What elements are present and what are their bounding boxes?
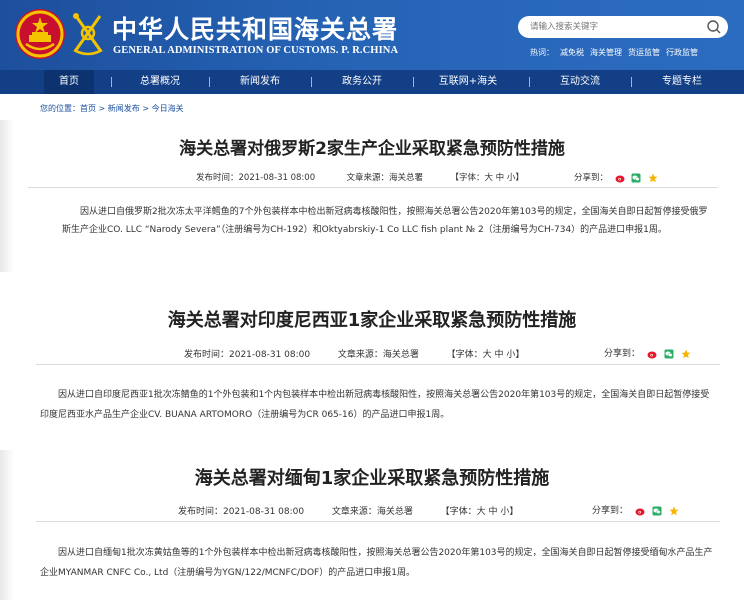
hot-word-link[interactable]: 海关管理 [590,48,622,57]
nav-item-gov-affairs[interactable]: 政务公开 [330,70,394,94]
weibo-icon[interactable] [635,506,645,516]
screenshot-gap [0,272,744,292]
wechat-icon[interactable] [664,349,674,359]
hot-word-link[interactable]: 行政监管 [666,48,698,57]
nav-item-internet-customs[interactable]: 互联网+海关 [426,70,510,94]
font-size-switcher[interactable]: 【字体：大 中 小】 [441,507,519,517]
nav-item-special-topics[interactable]: 专题专栏 [650,70,714,94]
article-meta: 发布时间：2021-08-31 08:00 文章来源：海关总署 【字体：大 中 … [196,171,524,183]
site-header: 中华人民共和国海关总署 GENERAL ADMINISTRATION OF CU… [0,0,744,70]
font-size-switcher[interactable]: 【字体：大 中 小】 [447,350,525,360]
wechat-icon[interactable] [652,506,662,516]
article-body: 因从进口自缅甸1批次冻黄姑鱼等的1个外包装样本中检出新冠病毒核酸阳性，按照海关总… [40,543,716,583]
article-body: 因从进口自印度尼西亚1批次冻鲭鱼的1个外包装和1个内包装样本中检出新冠病毒核酸阳… [40,385,716,425]
font-size-switcher[interactable]: 【字体：大 中 小】 [450,173,523,183]
weibo-icon[interactable] [615,173,625,183]
favorite-star-icon[interactable] [681,349,691,359]
search-input[interactable] [530,20,700,34]
nav-divider [111,77,112,87]
article-body: 因从进口自俄罗斯2批次冻太平洋鳕鱼的7个外包装样本中检出新冠病毒核酸阳性，按照海… [62,203,712,239]
article-paragraph: 因从进口自缅甸1批次冻黄姑鱼等的1个外包装样本中检出新冠病毒核酸阳性，按照海关总… [40,548,713,578]
hot-words: 热词： 减免税 海关管理 货运监管 行政监管 [530,47,704,58]
nav-divider [529,77,530,87]
hot-word-link[interactable]: 货运监管 [628,48,660,57]
share-label: 分享到： [604,349,641,359]
share-bar: 分享到： [592,503,679,516]
screenshot-gap [0,434,744,450]
main-nav: 首页 总署概况 新闻发布 政务公开 互联网+海关 互动交流 专题专栏 [0,70,744,94]
article-source: 文章来源：海关总署 [331,507,413,517]
article-title: 海关总署对印度尼西亚1家企业采取紧急预防性措施 [167,310,577,331]
publish-time: 发布时间：2021-08-31 08:00 [196,173,316,183]
wechat-icon[interactable] [631,173,641,183]
customs-anchor-key-icon [73,13,103,56]
breadcrumb[interactable]: 您的位置：首页 > 新闻发布 > 今日海关 [40,103,184,114]
nav-item-overview[interactable]: 总署概况 [128,70,192,94]
hot-words-label: 热词： [530,48,554,57]
share-bar: 分享到： [604,346,691,359]
article-divider [36,521,720,522]
search-icon[interactable] [706,19,722,35]
share-label: 分享到： [592,506,629,516]
publish-time: 发布时间：2021-08-31 08:00 [178,507,305,517]
article-divider [36,364,720,365]
weibo-icon[interactable] [647,349,657,359]
favorite-star-icon[interactable] [669,506,679,516]
article-source: 文章来源：海关总署 [346,173,424,183]
article-paragraph: 因从进口自印度尼西亚1批次冻鲭鱼的1个外包装和1个内包装样本中检出新冠病毒核酸阳… [40,390,710,420]
hot-word-link[interactable]: 减免税 [560,48,584,57]
article-meta: 发布时间：2021-08-31 08:00 文章来源：海关总署 【字体：大 中 … [178,504,518,517]
nav-divider [311,77,312,87]
share-bar: 分享到： [574,171,658,183]
nav-item-news[interactable]: 新闻发布 [228,70,292,94]
article-source: 文章来源：海关总署 [337,350,419,360]
article-paragraph: 因从进口自俄罗斯2批次冻太平洋鳕鱼的7个外包装样本中检出新冠病毒核酸阳性，按照海… [62,207,708,235]
article-meta: 发布时间：2021-08-31 08:00 文章来源：海关总署 【字体：大 中 … [184,347,524,360]
article-divider [28,187,718,188]
nav-divider [209,77,210,87]
nav-divider [631,77,632,87]
search-box [518,16,728,38]
site-title-cn: 中华人民共和国海关总署 [112,15,399,44]
publish-time: 发布时间：2021-08-31 08:00 [184,350,311,360]
nav-item-interaction[interactable]: 互动交流 [548,70,612,94]
article-title: 海关总署对俄罗斯2家生产企业采取紧急预防性措施 [179,139,565,159]
favorite-star-icon[interactable] [648,173,658,183]
nav-item-home[interactable]: 首页 [44,70,94,94]
nav-divider [413,77,414,87]
site-title-en: GENERAL ADMINISTRATION OF CUSTOMS. P. R.… [113,45,399,56]
share-label: 分享到： [574,173,609,183]
article-title: 海关总署对缅甸1家企业采取紧急预防性措施 [194,468,550,489]
national-emblem-icon[interactable] [14,8,66,60]
